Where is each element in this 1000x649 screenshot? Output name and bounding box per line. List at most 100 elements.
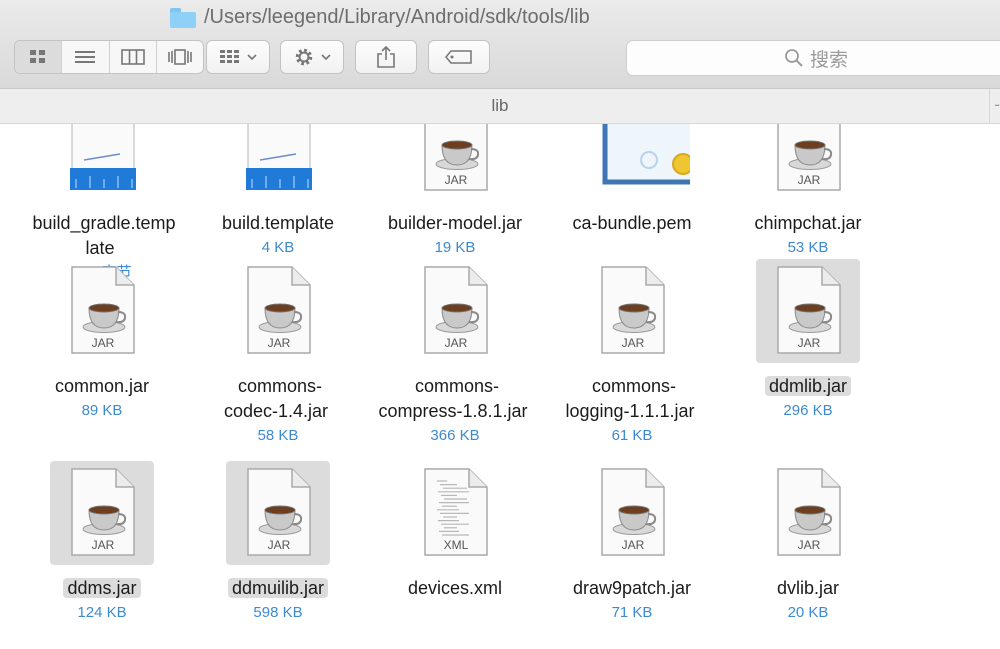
- file-icon-container[interactable]: JAR: [403, 259, 507, 363]
- file-icon-container[interactable]: JAR: [756, 259, 860, 363]
- file-name[interactable]: commons- compress-1.8.1.jar: [370, 374, 540, 424]
- tab-bar: lib -: [0, 89, 1000, 124]
- file-name-text: ddmuilib.jar: [227, 578, 329, 598]
- file-size: 124 KB: [77, 604, 127, 621]
- search-field[interactable]: 搜索: [626, 40, 1000, 76]
- arrange-grid-icon: [220, 50, 239, 63]
- gear-icon: [295, 48, 313, 66]
- tags-button[interactable]: [428, 40, 490, 74]
- file-name[interactable]: builder-model.jar: [370, 211, 540, 236]
- file-type-label: JAR: [445, 336, 468, 350]
- file-name[interactable]: common.jar: [17, 374, 187, 399]
- view-mode-control: [14, 40, 204, 74]
- file-name-text: commons- logging-1.1.1.jar: [565, 376, 695, 421]
- file-icon-container[interactable]: [50, 124, 154, 200]
- action-button[interactable]: [280, 40, 344, 74]
- file-icon-container[interactable]: JAR: [50, 259, 154, 363]
- file-name[interactable]: chimpchat.jar: [723, 211, 893, 236]
- file-name[interactable]: ddmuilib.jar: [193, 576, 363, 601]
- tab-divider: [989, 89, 990, 123]
- coverflow-view-button[interactable]: [157, 41, 203, 73]
- jar-icon: JAR: [247, 468, 311, 556]
- file-size: 53 KB: [787, 239, 829, 256]
- icon-view-button[interactable]: [15, 41, 63, 73]
- file-type-label: JAR: [445, 173, 468, 187]
- file-size: 296 KB: [783, 402, 833, 419]
- jar-icon: JAR: [71, 468, 135, 556]
- file-size: 20 KB: [787, 604, 829, 621]
- file-size: 366 KB: [430, 427, 480, 444]
- jar-icon: JAR: [71, 266, 135, 354]
- file-icon-container[interactable]: JAR: [50, 461, 154, 565]
- list-view-button[interactable]: [62, 41, 110, 73]
- file-icon-container[interactable]: [226, 124, 330, 200]
- tag-icon: [445, 50, 472, 64]
- jar-icon: JAR: [777, 468, 841, 556]
- column-view-button[interactable]: [110, 41, 157, 73]
- file-name[interactable]: dvlib.jar: [723, 576, 893, 601]
- icon-grid-icon: [30, 50, 46, 63]
- file-name[interactable]: ddmlib.jar: [723, 374, 893, 399]
- title-bar: /Users/leegend/Library/Android/sdk/tools…: [0, 0, 1000, 38]
- file-name[interactable]: build.template: [193, 211, 363, 236]
- file-size: 61 KB: [611, 427, 653, 444]
- search-icon: [785, 49, 803, 67]
- file-type-label: JAR: [268, 538, 291, 552]
- file-icon-container[interactable]: XML: [403, 461, 507, 565]
- file-size: 598 KB: [253, 604, 303, 621]
- file-type-label: JAR: [798, 336, 821, 350]
- tab-overflow-glyph: -: [994, 95, 1000, 114]
- xml-icon: XML: [424, 468, 488, 556]
- list-icon: [75, 51, 96, 63]
- file-name[interactable]: ddms.jar: [17, 576, 187, 601]
- file-size: 89 KB: [81, 402, 123, 419]
- file-name-text: commons- compress-1.8.1.jar: [378, 376, 528, 421]
- file-name[interactable]: draw9patch.jar: [547, 576, 717, 601]
- toolbar: 搜索: [0, 38, 1000, 89]
- search-placeholder: 搜索: [809, 49, 848, 71]
- jar-icon: JAR: [601, 266, 665, 354]
- file-icon-container[interactable]: JAR: [580, 259, 684, 363]
- file-name[interactable]: build_gradle.temp late: [17, 211, 187, 261]
- window-title: /Users/leegend/Library/Android/sdk/tools…: [170, 6, 590, 29]
- chevron-down-icon: [247, 54, 257, 61]
- file-name-text: devices.xml: [407, 578, 503, 598]
- file-icon-container[interactable]: JAR: [226, 461, 330, 565]
- jar-icon: JAR: [601, 468, 665, 556]
- file-icon-container[interactable]: JAR: [580, 461, 684, 565]
- path-label: /Users/leegend/Library/Android/sdk/tools…: [204, 6, 590, 28]
- file-name-text: build.template: [221, 213, 335, 233]
- file-icon-container[interactable]: JAR: [756, 124, 860, 200]
- file-icon-container[interactable]: JAR: [756, 461, 860, 565]
- file-type-label: XML: [444, 538, 469, 552]
- file-grid: build_gradle.temp late417 字节build.templa…: [0, 124, 1000, 649]
- tab-lib[interactable]: lib: [0, 96, 1000, 116]
- file-name[interactable]: devices.xml: [370, 576, 540, 601]
- file-type-label: JAR: [268, 336, 291, 350]
- file-name[interactable]: commons- logging-1.1.1.jar: [547, 374, 717, 424]
- file-icon-container[interactable]: [580, 124, 690, 200]
- file-type-label: JAR: [622, 336, 645, 350]
- file-name-text: ca-bundle.pem: [572, 213, 692, 233]
- file-type-label: JAR: [798, 538, 821, 552]
- file-name[interactable]: ca-bundle.pem: [547, 211, 717, 236]
- file-name-text: chimpchat.jar: [754, 213, 862, 233]
- file-name[interactable]: commons- codec-1.4.jar: [193, 374, 363, 424]
- certificate-icon: [602, 124, 690, 185]
- share-icon: [377, 45, 395, 68]
- file-type-label: JAR: [92, 538, 115, 552]
- file-size: 4 KB: [261, 239, 295, 256]
- file-name-text: builder-model.jar: [387, 213, 523, 233]
- chevron-down-icon: [321, 54, 331, 61]
- file-icon-container[interactable]: JAR: [403, 124, 507, 200]
- file-type-label: JAR: [92, 336, 115, 350]
- jar-icon: JAR: [777, 266, 841, 354]
- file-icon-container[interactable]: JAR: [226, 259, 330, 363]
- jar-icon: JAR: [424, 266, 488, 354]
- jar-icon: JAR: [777, 124, 841, 191]
- file-size: 71 KB: [611, 604, 653, 621]
- folder-icon: [170, 7, 196, 28]
- share-button[interactable]: [355, 40, 417, 74]
- arrange-button[interactable]: [206, 40, 270, 74]
- columns-icon: [120, 49, 145, 65]
